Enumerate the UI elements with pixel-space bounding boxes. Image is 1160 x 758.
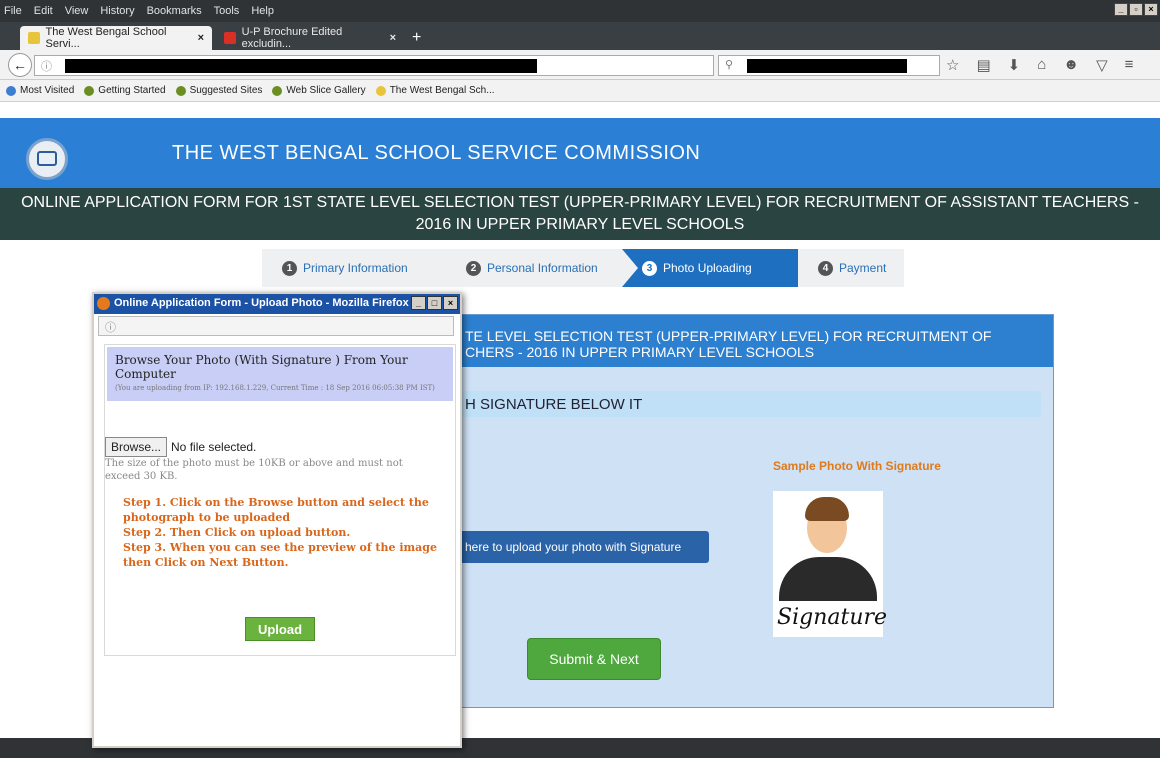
- tab-close-icon[interactable]: ×: [198, 32, 204, 44]
- back-button[interactable]: ←: [8, 53, 32, 77]
- firefox-icon: [97, 297, 110, 310]
- menu-icon[interactable]: ≡: [1125, 56, 1134, 74]
- site-favicon-icon: [28, 32, 40, 44]
- sample-photo-label: Sample Photo With Signature: [773, 459, 941, 473]
- step-primary-information[interactable]: 1 Primary Information: [262, 249, 446, 287]
- menu-bar: File Edit View History Bookmarks Tools H…: [0, 0, 1160, 22]
- popup-close-icon[interactable]: ×: [443, 296, 458, 310]
- step-2-text: Step 2. Then Click on upload button.: [123, 526, 351, 539]
- wbssc-logo-icon: [26, 138, 68, 180]
- file-status: No file selected.: [171, 440, 257, 454]
- banner-line-1: ONLINE APPLICATION FORM FOR 1ST STATE LE…: [21, 194, 1139, 211]
- step-arrow: [622, 249, 638, 287]
- bookmark-west-bengal[interactable]: The West Bengal Sch...: [375, 85, 495, 96]
- upload-steps: Step 1. Click on the Browse button and s…: [123, 495, 453, 570]
- step-personal-information[interactable]: 2 Personal Information: [446, 249, 622, 287]
- menu-file[interactable]: File: [4, 5, 22, 17]
- popup-url-bar[interactable]: ⓘ: [98, 316, 454, 336]
- step-payment[interactable]: 4 Payment: [798, 249, 904, 287]
- download-icon[interactable]: ⬇: [1008, 56, 1021, 74]
- popup-titlebar: Online Application Form - Upload Photo -…: [94, 294, 460, 314]
- tab-close-icon[interactable]: ×: [390, 32, 396, 44]
- restore-icon[interactable]: ▫: [1129, 3, 1143, 16]
- banner-line-2: 2016 IN UPPER PRIMARY LEVEL SCHOOLS: [415, 216, 745, 233]
- browse-title: Browse Your Photo (With Signature ) From…: [115, 353, 408, 381]
- browse-header: Browse Your Photo (With Signature ) From…: [107, 347, 453, 401]
- popup-content: Browse Your Photo (With Signature ) From…: [104, 344, 456, 656]
- popup-info-icon[interactable]: ⓘ: [105, 322, 116, 334]
- site-title: THE WEST BENGAL SCHOOL SERVICE COMMISSIO…: [172, 142, 701, 164]
- photo-upload-panel: TE LEVEL SELECTION TEST (UPPER-PRIMARY L…: [440, 314, 1054, 708]
- info-icon[interactable]: ⓘ: [41, 58, 52, 74]
- url-bar[interactable]: ⓘ ↻: [34, 55, 735, 76]
- redacted-url: [65, 59, 537, 73]
- bookmark-getting-started[interactable]: Getting Started: [84, 85, 166, 96]
- home-icon[interactable]: ⌂: [1037, 56, 1046, 74]
- upload-photo-link[interactable]: here to upload your photo with Signature: [441, 531, 709, 563]
- navigation-bar: ← ⓘ ↻ ⚲ ☆ ▤ ⬇ ⌂ ☻ ▽ ≡: [0, 50, 1160, 80]
- file-input: Browse... No file selected.: [105, 437, 256, 457]
- gmail-icon: [224, 32, 236, 44]
- signature-instruction: H SIGNATURE BELOW IT: [461, 391, 1041, 417]
- step-3-text: Step 3. When you can see the preview of …: [123, 541, 437, 569]
- tab-gmail[interactable]: U-P Brochure Edited excludin... ×: [216, 26, 404, 50]
- upload-photo-popup: Online Application Form - Upload Photo -…: [92, 292, 462, 748]
- sample-hair: [805, 497, 849, 521]
- redacted-search: [747, 59, 907, 73]
- menu-tools[interactable]: Tools: [214, 5, 240, 17]
- sample-body: [779, 557, 877, 601]
- bookmarks-bar: Most Visited Getting Started Suggested S…: [0, 80, 1160, 102]
- menu-history[interactable]: History: [100, 5, 134, 17]
- bookmark-most-visited[interactable]: Most Visited: [6, 85, 74, 96]
- bookmark-suggested-sites[interactable]: Suggested Sites: [175, 85, 262, 96]
- upload-ip-time: (You are uploading from IP: 192.168.1.22…: [115, 384, 435, 392]
- menu-help[interactable]: Help: [251, 5, 274, 17]
- chat-icon[interactable]: ☻: [1063, 56, 1079, 74]
- new-tab-button[interactable]: +: [412, 29, 421, 47]
- toolbar-icons: ☆ ▤ ⬇ ⌂ ☻ ▽ ≡: [946, 56, 1133, 74]
- form-banner: ONLINE APPLICATION FORM FOR 1ST STATE LE…: [0, 188, 1160, 240]
- tab-label: U-P Brochure Edited excludin...: [241, 26, 343, 50]
- menu-view[interactable]: View: [65, 5, 89, 17]
- sample-photo: Signature: [773, 491, 887, 637]
- popup-maximize-icon[interactable]: □: [427, 296, 442, 310]
- tab-strip: The West Bengal School Servi... × U-P Br…: [0, 22, 1160, 50]
- minimize-icon[interactable]: _: [1114, 3, 1128, 16]
- step-photo-uploading[interactable]: 3 Photo Uploading: [622, 249, 798, 287]
- upload-button[interactable]: Upload: [245, 617, 315, 641]
- bookmark-web-slice-gallery[interactable]: Web Slice Gallery: [272, 85, 366, 96]
- step-1-text: Step 1. Click on the Browse button and s…: [123, 496, 429, 524]
- popup-minimize-icon[interactable]: _: [411, 296, 426, 310]
- tab-wbssc[interactable]: The West Bengal School Servi... ×: [20, 26, 212, 50]
- pocket-icon[interactable]: ▽: [1096, 56, 1108, 74]
- menu-bookmarks[interactable]: Bookmarks: [147, 5, 202, 17]
- popup-window-controls: _ □ ×: [411, 296, 458, 310]
- submit-next-button[interactable]: Submit & Next: [527, 638, 661, 680]
- menu-edit[interactable]: Edit: [34, 5, 53, 17]
- search-input[interactable]: ⚲: [718, 55, 940, 76]
- size-note: The size of the photo must be 10KB or ab…: [105, 458, 403, 482]
- sample-signature: Signature: [777, 605, 888, 630]
- search-icon: ⚲: [725, 59, 734, 71]
- bookmark-star-icon[interactable]: ☆: [946, 56, 959, 74]
- tab-label: The West Bengal School Servi...: [45, 26, 167, 50]
- window-controls: _ ▫ ×: [1114, 3, 1158, 16]
- reading-list-icon[interactable]: ▤: [976, 56, 990, 74]
- close-window-icon[interactable]: ×: [1144, 3, 1158, 16]
- browse-button[interactable]: Browse...: [105, 437, 168, 457]
- panel-heading: TE LEVEL SELECTION TEST (UPPER-PRIMARY L…: [441, 315, 1053, 367]
